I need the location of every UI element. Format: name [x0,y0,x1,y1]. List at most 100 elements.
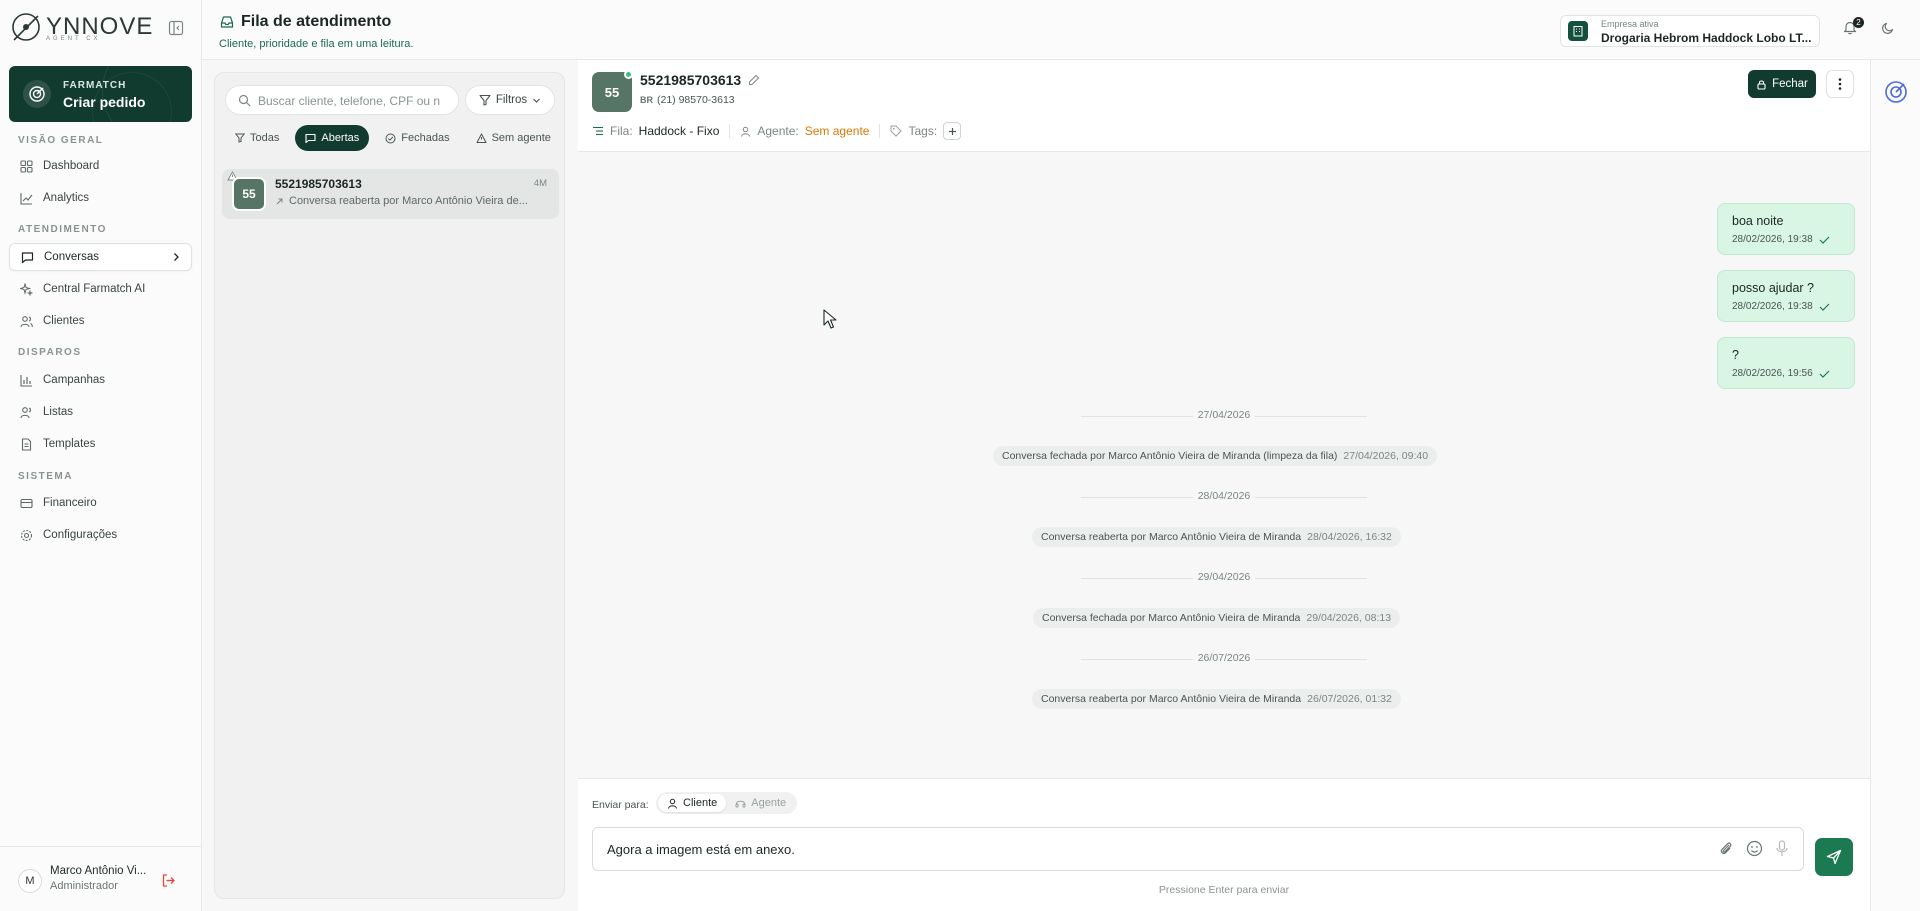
pencil-icon [749,74,760,85]
sidebar-item-label: Central Farmatch AI [43,283,146,295]
cta-title: Criar pedido [63,94,146,110]
plus-icon [948,127,956,135]
sidebar-item-listas[interactable]: Listas [9,398,192,426]
bar-chart-icon [19,373,33,387]
event-time: 28/04/2026, 16:32 [1307,531,1392,543]
system-event: Conversa fechada por Marco Antônio Vieir… [1033,608,1401,628]
sidebar-item-central-ai[interactable]: Central Farmatch AI [9,275,192,303]
brand-logo-icon [12,13,40,41]
more-options-button[interactable] [1826,70,1854,98]
sidebar-item-label: Templates [43,438,96,450]
brand-tagline: AGENT CX [46,36,101,42]
agent-value[interactable]: Sem agente [805,124,870,138]
date-label: 29/04/2026 [1197,571,1251,583]
gear-icon [19,528,33,542]
divider [729,124,731,138]
message-text: ? [1732,348,1739,362]
tab-fechadas[interactable]: Fechadas [375,125,459,151]
active-company-selector[interactable]: Empresa ativa Drogaria Hebrom Haddock Lo… [1560,15,1820,47]
user-profile: M Marco Antônio Vi... Administrador [0,846,202,911]
sidebar-item-label: Listas [43,406,74,418]
event-text: Conversa fechada por Marco Antônio Vieir… [1002,450,1338,462]
sidebar-item-clientes[interactable]: Clientes [9,307,192,335]
conversation-list-item[interactable]: 55 5521985703613 4M Conversa reaberta po… [222,169,559,219]
sidebar-item-dashboard[interactable]: Dashboard [9,152,192,180]
queue-value[interactable]: Haddock - Fixo [639,124,720,138]
message-input[interactable]: Agora a imagem está em anexo. [592,827,1804,871]
users-icon [19,405,33,419]
send-button[interactable] [1815,838,1853,876]
close-conversation-button[interactable]: Fechar [1748,70,1816,98]
dashboard-icon [19,159,33,173]
user-icon [741,126,751,137]
check-icon [1819,303,1830,311]
sidebar-item-configuracoes[interactable]: Configurações [9,521,192,549]
attach-button[interactable] [1718,840,1734,857]
tab-label: Sem agente [491,132,551,144]
avatar: 55 [232,177,266,211]
sidebar-item-analytics[interactable]: Analytics [9,184,192,212]
outgoing-message[interactable]: posso ajudar ? 28/02/2026, 19:38 [1717,270,1855,322]
add-tag-button[interactable] [943,122,962,140]
message-time: 28/02/2026, 19:38 [1732,301,1813,312]
mic-icon [1776,840,1788,856]
top-header: Fila de atendimento Cliente, prioridade … [202,0,1920,60]
check-icon [1819,370,1830,378]
filters-button[interactable]: Filtros [465,85,555,115]
tab-sem-agente[interactable]: Sem agente [466,125,561,151]
recipient-client-option[interactable]: Cliente [658,794,727,812]
send-hint: Pressione Enter para enviar [1158,884,1290,896]
sidebar-item-label: Dashboard [43,160,100,172]
user-role: Administrador [50,880,118,892]
avatar[interactable]: M [18,869,42,893]
event-time: 29/04/2026, 08:13 [1306,612,1392,624]
message-timestamp: 28/02/2026, 19:56 [1732,368,1830,379]
sidebar-item-financeiro[interactable]: Financeiro [9,489,192,517]
message-thread: boa noite 28/02/2026, 19:38 posso ajudar… [578,153,1870,778]
contact-phone: BR (21) 98570-3613 [640,94,735,106]
emoji-button[interactable] [1746,840,1763,857]
message-square-icon [305,133,316,143]
status-tabs: Todas Abertas Fechadas Sem agente [225,125,561,151]
inbox-icon [220,16,234,28]
search-box [225,85,459,115]
theme-toggle-button[interactable] [1881,21,1895,35]
sidebar-item-label: Analytics [43,192,90,204]
voice-button[interactable] [1775,840,1789,857]
sidebar-item-templates[interactable]: Templates [9,430,192,458]
tab-label: Todas [250,132,280,144]
system-event: Conversa fechada por Marco Antônio Vieir… [993,446,1438,466]
edit-contact-button[interactable] [748,74,760,86]
message-composer: Enviar para: Cliente Agente Agora a imag… [578,778,1870,911]
message-input-value: Agora a imagem está em anexo. [607,842,795,857]
filter-icon [479,94,491,106]
farmatch-ai-button[interactable] [1884,80,1908,104]
create-order-button[interactable]: FARMATCH Criar pedido [9,66,192,122]
section-service: ATENDIMENTO [18,224,107,235]
logout-icon [162,874,175,887]
sidebar-item-conversas[interactable]: Conversas [9,243,192,271]
more-vertical-icon [1838,78,1842,90]
alert-triangle-icon [476,133,487,143]
outgoing-message[interactable]: ? 28/02/2026, 19:56 [1717,337,1855,389]
section-overview: VISÃO GERAL [18,135,104,146]
filter-icon [235,133,245,143]
outgoing-message[interactable]: boa noite 28/02/2026, 19:38 [1717,203,1855,255]
sidebar-item-label: Clientes [43,315,85,327]
tab-abertas[interactable]: Abertas [295,125,370,151]
search-input[interactable] [258,92,450,110]
sidebar-item-campanhas[interactable]: Campanhas [9,366,192,394]
recipient-agent-option[interactable]: Agente [726,794,795,812]
list-icon [593,126,603,136]
brand: YNNOVE AGENT CX [10,10,190,46]
date-separator: 29/04/2026 [578,570,1870,586]
paperclip-icon [1720,842,1732,855]
conversation-time: 4M [533,178,547,189]
logout-button[interactable] [161,873,176,888]
sidebar-item-label: Conversas [44,251,99,263]
collapse-sidebar-button[interactable] [166,18,186,38]
contact-name: 5521985703613 [640,72,742,88]
message-square-icon [20,250,34,264]
system-event: Conversa reaberta por Marco Antônio Viei… [1032,689,1401,709]
tab-todas[interactable]: Todas [225,125,289,151]
